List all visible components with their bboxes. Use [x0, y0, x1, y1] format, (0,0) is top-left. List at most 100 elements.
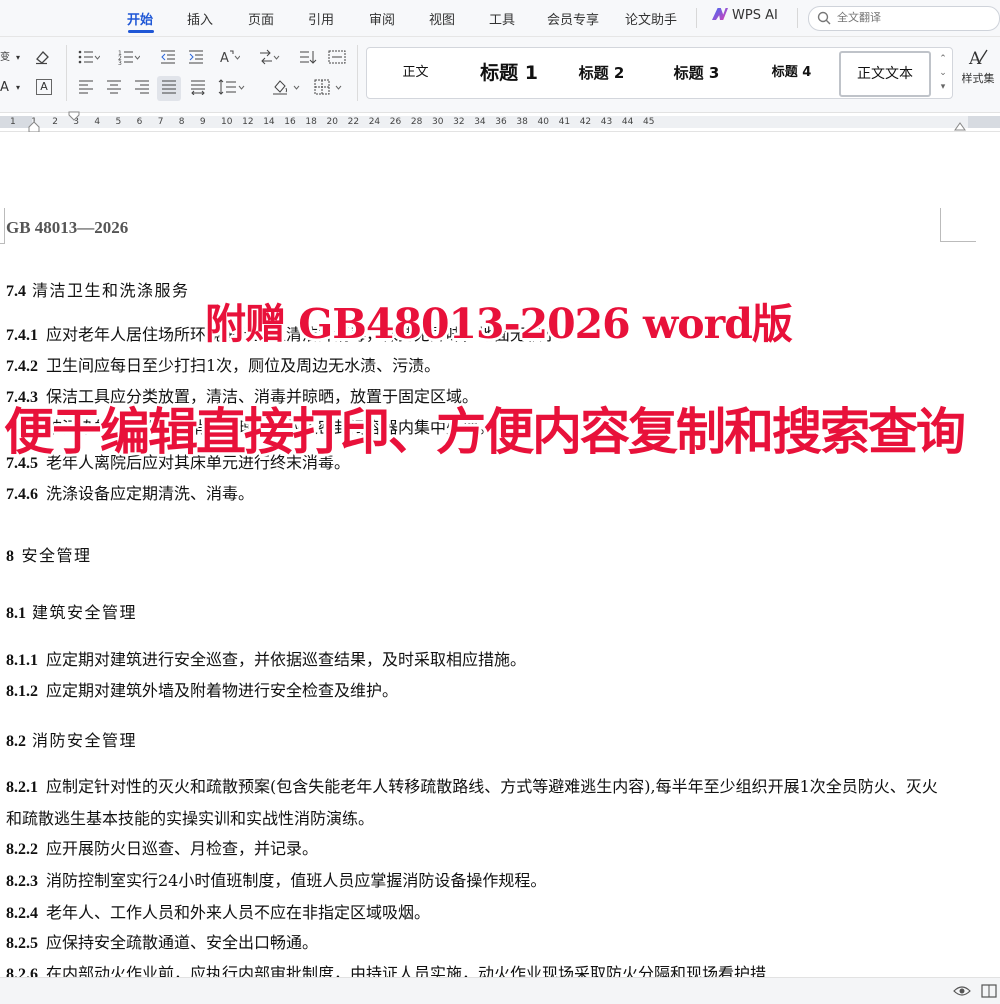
right-indent-marker[interactable] — [954, 121, 966, 131]
active-tab-indicator — [128, 30, 154, 33]
horizontal-ruler[interactable]: 1123456789101214161820222426283032343638… — [0, 111, 1000, 133]
borders-icon[interactable] — [314, 79, 344, 101]
ruler-number: 8 — [178, 117, 185, 127]
first-line-indent-marker[interactable] — [68, 111, 80, 122]
line-spacing-icon[interactable] — [218, 79, 246, 101]
header-corner-mark-left — [0, 208, 5, 244]
ruler-number: 28 — [410, 117, 423, 127]
promo-banner-line-1: 附赠 GB48013-2026 word版 — [205, 300, 793, 348]
char-scaling-icon[interactable]: A — [218, 49, 241, 71]
clause-number: 8.1.1 — [6, 652, 38, 669]
search-input[interactable] — [835, 10, 989, 25]
header-corner-mark-right — [940, 208, 976, 242]
style-normal[interactable]: 正文 — [367, 48, 464, 98]
search-icon — [817, 11, 831, 25]
ruler-number: 6 — [136, 117, 143, 127]
ruler-number: 24 — [368, 117, 381, 127]
tab-view[interactable]: 视图 — [429, 9, 455, 28]
chapter-title: 安全管理 — [21, 546, 92, 565]
clause-7-4-2: 7.4.2 卫生间应每日至少打扫1次，厕位及周边无水渍、污渍。 — [6, 350, 941, 382]
tab-home[interactable]: 开始 — [127, 9, 153, 28]
tab-references[interactable]: 引用 — [308, 9, 334, 28]
wps-ai-button[interactable]: WPS AI — [712, 8, 778, 23]
clause-text: 应开展防火日巡查、月检查，并记录。 — [46, 839, 319, 858]
align-center-icon[interactable] — [106, 79, 122, 101]
style-gallery-scroll[interactable]: ⌃ ⌄ ▾ — [936, 52, 950, 94]
tab-insert[interactable]: 插入 — [187, 9, 213, 28]
clause-number: 7.4.2 — [6, 358, 38, 375]
clause-number: 8.2.3 — [6, 873, 38, 890]
clause-text: 应保持安全疏散通道、安全出口畅通。 — [46, 933, 319, 952]
clear-format-icon[interactable] — [34, 49, 50, 71]
section-heading-7-4: 7.4 清洁卫生和洗涤服务 — [6, 277, 190, 301]
clause-number: 8.2.4 — [6, 905, 38, 922]
style-set-icon: A — [968, 49, 988, 69]
tab-page[interactable]: 页面 — [248, 9, 274, 28]
clause-number: 8.2.6 — [6, 966, 38, 977]
section-title: 清洁卫生和洗涤服务 — [32, 281, 190, 300]
dropdown-arrow-icon[interactable]: ▾ — [16, 49, 20, 67]
ruler-number: 43 — [600, 117, 613, 127]
numbered-list-icon[interactable]: 123 — [118, 49, 141, 71]
clause-text: 应定期对建筑进行安全巡查，并依据巡查结果，及时采取相应措施。 — [46, 650, 527, 669]
shading-icon[interactable] — [272, 79, 302, 101]
ruler-number: 2 — [52, 117, 58, 127]
ruler-number: 5 — [115, 117, 122, 127]
chapter-heading-8: 8 安全管理 — [6, 542, 92, 566]
text-direction-icon[interactable] — [258, 49, 280, 71]
clause-text: 卫生间应每日至少打扫1次，厕位及周边无水渍、污渍。 — [46, 356, 441, 375]
reading-mode-icon[interactable] — [981, 983, 997, 999]
tab-thesis-assistant[interactable]: 论文助手 — [625, 9, 677, 28]
clause-number: 7.4.1 — [6, 327, 38, 344]
svg-text:A: A — [968, 49, 982, 67]
ruler-number: 34 — [474, 117, 486, 127]
ruler-number: 40 — [537, 117, 549, 127]
ruler-number: 42 — [579, 117, 592, 127]
tab-member[interactable]: 会员专享 — [547, 9, 599, 28]
align-left-icon[interactable] — [78, 79, 94, 101]
clause-number: 7.4.6 — [6, 486, 38, 503]
ribbon: 变 ▾ A ▾ A 123 A 正文 标题 1 标题 2 标题 3 标题 4 正… — [0, 37, 1000, 113]
clause-text: 在内部动火作业前，应执行内部审批制度，由持证人员实施，动火作业现场采取防火分隔和… — [46, 964, 767, 977]
clause-8-2-1: 8.2.1 应制定针对性的灭火和疏散预案(包含失能老年人转移疏散路线、方式等避难逃… — [6, 771, 941, 834]
font-size-icon[interactable]: 变 — [0, 49, 10, 67]
bullet-list-icon[interactable] — [78, 49, 101, 71]
decrease-indent-icon[interactable] — [160, 49, 176, 71]
sort-icon[interactable] — [299, 49, 317, 71]
chapter-number: 8 — [6, 548, 16, 565]
document-canvas[interactable]: GB 48013—2026 7.4 清洁卫生和洗涤服务 7.4.1 应对老年人居住场… — [0, 132, 1000, 977]
clause-text: 老年人、工作人员和外来人员不应在非指定区域吸烟。 — [46, 903, 431, 922]
style-heading-3[interactable]: 标题 3 — [649, 48, 744, 98]
align-justify-icon[interactable] — [157, 76, 181, 101]
ruler-number: 38 — [516, 117, 528, 127]
clause-text: 洗涤设备应定期清洗、消毒。 — [46, 484, 255, 503]
clause-number: 8.1.2 — [6, 683, 38, 700]
style-set-button[interactable]: A 样式集 — [956, 47, 1000, 86]
svg-text:A: A — [220, 51, 229, 65]
clause-8-2-2: 8.2.2 应开展防火日巡查、月检查，并记录。 — [6, 833, 941, 865]
style-gallery: 正文 标题 1 标题 2 标题 3 标题 4 正文文本 ⌃ ⌄ ▾ — [366, 47, 953, 99]
font-color-icon[interactable]: A — [0, 79, 9, 97]
ribbon-divider — [66, 45, 67, 101]
ruler-number: 14 — [263, 117, 275, 127]
distributed-align-icon[interactable] — [190, 79, 206, 101]
wps-ai-icon — [712, 8, 728, 20]
ruler-number: 1 — [10, 117, 16, 127]
search-box[interactable] — [808, 6, 1000, 31]
char-border-icon[interactable]: A — [36, 79, 52, 95]
tab-review[interactable]: 审阅 — [369, 9, 395, 28]
page-header: GB 48013—2026 — [6, 218, 129, 237]
show-marks-icon[interactable] — [328, 49, 346, 71]
style-heading-2[interactable]: 标题 2 — [554, 48, 649, 98]
svg-text:3: 3 — [118, 60, 122, 65]
section-number: 8.2 — [6, 733, 26, 750]
style-set-label: 样式集 — [961, 72, 995, 85]
style-heading-1[interactable]: 标题 1 — [464, 48, 554, 98]
align-right-icon[interactable] — [134, 79, 150, 101]
eye-icon[interactable] — [953, 984, 971, 998]
tab-tools[interactable]: 工具 — [489, 9, 515, 28]
increase-indent-icon[interactable] — [188, 49, 204, 71]
style-heading-4[interactable]: 标题 4 — [744, 48, 839, 98]
dropdown-arrow-icon[interactable]: ▾ — [16, 79, 20, 97]
style-body-text[interactable]: 正文文本 — [839, 51, 931, 97]
